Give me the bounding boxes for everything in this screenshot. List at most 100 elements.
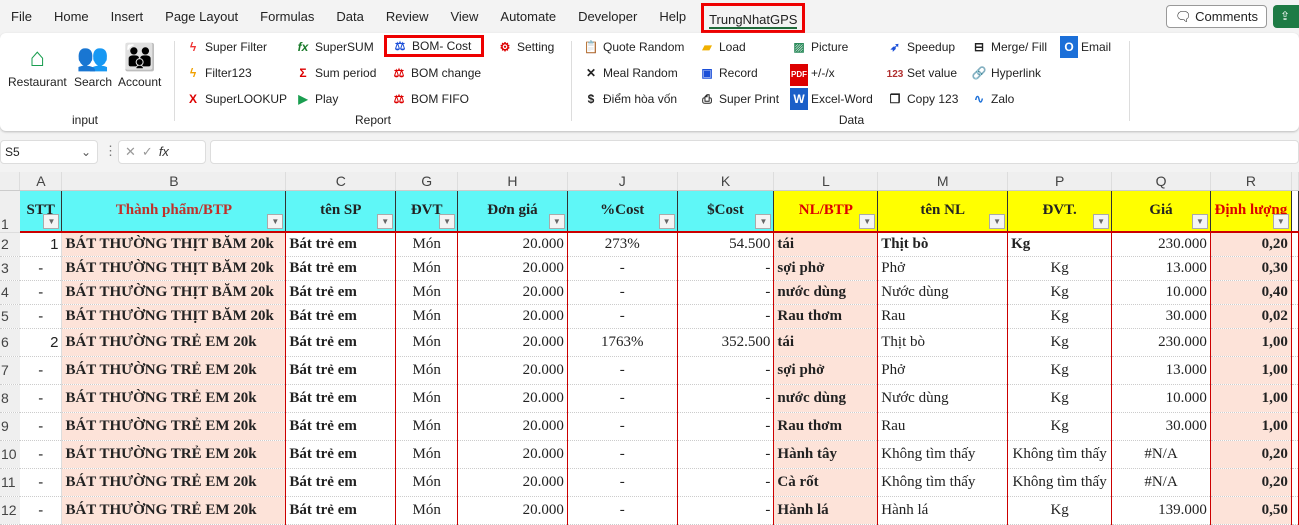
cell-L[interactable]: Rau thơm [773,412,879,441]
cell-C[interactable]: Bát trẻ em [285,384,397,413]
cell-L[interactable]: nước dùng [773,280,879,305]
cell-C[interactable]: Bát trẻ em [285,256,397,281]
cell-B[interactable]: BÁT THƯỜNG THỊT BĂM 20k [61,232,287,257]
cell-B[interactable]: BÁT THƯỜNG TRẺ EM 20k [61,496,287,525]
row-header[interactable]: 3 [0,256,20,281]
cell-K[interactable]: - [677,496,775,525]
column-header-A[interactable]: A [19,172,63,191]
cell-L[interactable]: Cà rốt [773,468,879,497]
filter-dropdown-icon[interactable]: ▼ [989,214,1006,229]
menu-tab-trungnhatgps[interactable]: TrungNhatGPS [701,2,806,33]
cell-A[interactable]: - [19,356,63,385]
cell-S[interactable] [1291,412,1299,441]
cell-G[interactable]: Món [395,256,459,281]
meal-random-button[interactable]: ✕ Meal Random [582,62,678,84]
cell-B[interactable]: BÁT THƯỜNG THỊT BĂM 20k [61,256,287,281]
cell-H[interactable]: 20.000 [457,280,568,305]
filter-dropdown-icon[interactable]: ▼ [1272,214,1289,229]
cell-Q[interactable]: 13.000 [1111,256,1211,281]
cell-H[interactable]: 20.000 [457,356,568,385]
filter-dropdown-icon[interactable]: ▼ [658,214,675,229]
comments-button[interactable]: 🗨 Comments [1166,5,1267,28]
cell-G[interactable]: Món [395,304,459,329]
row-header[interactable]: 10 [0,440,20,469]
column-header-B[interactable]: B [61,172,287,191]
cell-A[interactable]: 1 [19,232,63,257]
cell-P[interactable]: Kg [1007,280,1113,305]
cell-C[interactable]: Bát trẻ em [285,496,397,525]
cell-S[interactable] [1291,496,1299,525]
cell-C[interactable]: Bát trẻ em [285,412,397,441]
picture-button[interactable]: ▨ Picture [790,36,848,58]
cell-C[interactable]: Bát trẻ em [285,440,397,469]
column-header-J[interactable]: J [567,172,678,191]
hyperlink-button[interactable]: 🔗 Hyperlink [970,62,1042,84]
cell-A[interactable]: - [19,412,63,441]
menu-tab-file[interactable]: File [0,0,43,33]
bom-cost-button[interactable]: ⚖ BOM- Cost [384,35,485,57]
cell-M[interactable]: Rau [877,304,1009,329]
cell-G[interactable]: Món [395,412,459,441]
cell-K[interactable]: - [677,256,775,281]
cell-K[interactable]: - [677,356,775,385]
cell-L[interactable]: tái [773,328,879,357]
menu-tab-insert[interactable]: Insert [100,0,155,33]
cell-B[interactable]: BÁT THƯỜNG TRẺ EM 20k [61,356,287,385]
share-button[interactable]: ⇪ [1273,5,1299,28]
row-header[interactable]: 1 [0,190,20,233]
cell-C[interactable]: Bát trẻ em [285,468,397,497]
quote-random-button[interactable]: 📋 Quote Random [582,36,685,58]
column-header-R[interactable]: R [1210,172,1292,191]
cell-Q[interactable]: #N/A [1111,440,1211,469]
calc-button[interactable]: PDF +/-/x [790,62,835,86]
menu-tab-page-layout[interactable]: Page Layout [154,0,249,33]
cell-A[interactable]: - [19,384,63,413]
break-even-button[interactable]: $ Điểm hòa vốn [582,88,677,110]
cell-K[interactable]: 352.500 [677,328,775,357]
cell-A[interactable]: 2 [19,328,63,357]
cell-B[interactable]: BÁT THƯỜNG THỊT BĂM 20k [61,304,287,329]
cell-L[interactable]: nước dùng [773,384,879,413]
cell-S[interactable] [1291,356,1299,385]
cell-R[interactable]: 1,00 [1210,412,1292,441]
cell-G[interactable]: Món [395,232,459,257]
cell-P[interactable]: Không tìm thấy [1007,440,1113,469]
cell-K[interactable]: - [677,304,775,329]
cell-R[interactable]: 1,00 [1210,356,1292,385]
cell-Q[interactable]: 230.000 [1111,232,1211,257]
cell-Q[interactable]: 139.000 [1111,496,1211,525]
select-all[interactable] [0,172,21,191]
menu-tab-home[interactable]: Home [43,0,100,33]
cell-A[interactable]: - [19,304,63,329]
cell-G[interactable]: Món [395,468,459,497]
cell-C[interactable]: Bát trẻ em [285,232,397,257]
account-button[interactable]: 👪 Account [118,39,161,89]
bom-change-button[interactable]: ⚖ BOM change [390,62,481,84]
search-button[interactable]: 👥 Search [74,39,112,89]
cell-P[interactable]: Kg [1007,356,1113,385]
row-header[interactable]: 12 [0,496,20,525]
cell-J[interactable]: - [567,304,678,329]
menu-tab-developer[interactable]: Developer [567,0,648,33]
cell-R[interactable]: 0,50 [1210,496,1292,525]
cell-R[interactable]: 1,00 [1210,328,1292,357]
merge-fill-button[interactable]: ⊟ Merge/ Fill [970,36,1047,58]
cell-G[interactable]: Món [395,280,459,305]
column-header-P[interactable]: P [1007,172,1113,191]
enter-icon[interactable]: ✓ [142,144,159,159]
setting-button[interactable]: ⚙ Setting [496,36,555,58]
cell-H[interactable]: 20.000 [457,440,568,469]
cell-M[interactable]: Nước dùng [877,384,1009,413]
email-button[interactable]: O Email [1060,36,1111,58]
set-value-button[interactable]: 123 Set value [886,62,957,84]
cell-J[interactable]: - [567,256,678,281]
load-button[interactable]: ▰ Load [698,36,745,58]
super-filter-button[interactable]: ϟ Super Filter [184,36,267,58]
cell-J[interactable]: - [567,384,678,413]
cell-K[interactable]: - [677,412,775,441]
cell-Q[interactable]: 10.000 [1111,280,1211,305]
cell-M[interactable]: Hành lá [877,496,1009,525]
cell-H[interactable]: 20.000 [457,496,568,525]
row-header[interactable]: 7 [0,356,20,385]
cell-K[interactable]: - [677,468,775,497]
